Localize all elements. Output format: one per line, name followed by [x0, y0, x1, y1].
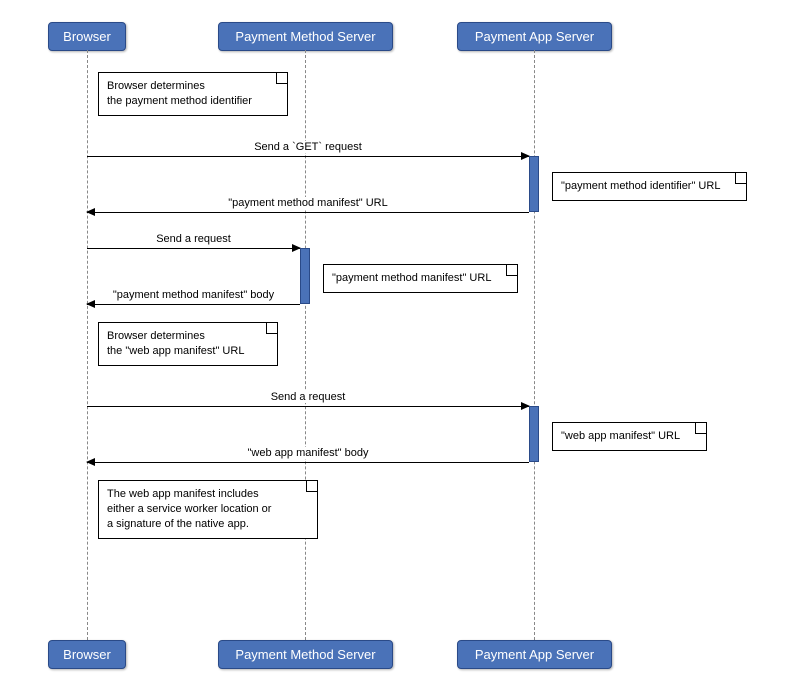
- note-line: The web app manifest includes: [107, 488, 259, 500]
- note-line: the payment method identifier: [107, 95, 252, 107]
- note-wam-includes: The web app manifest includes either a s…: [98, 480, 318, 539]
- note-line: Browser determines: [107, 80, 205, 92]
- actor-label: Browser: [63, 647, 111, 662]
- msg-send-request-1: Send a request: [87, 248, 300, 263]
- lifeline-pms: [305, 50, 306, 640]
- note-pmm-url: "payment method manifest" URL: [323, 264, 518, 293]
- msg-label: Send a request: [268, 391, 349, 403]
- actor-browser-top: Browser: [48, 22, 126, 51]
- msg-get-request: Send a `GET` request: [87, 156, 529, 171]
- note-line: Browser determines: [107, 330, 205, 342]
- msg-pmm-body: "payment method manifest" body: [87, 304, 300, 319]
- actor-pas-bottom: Payment App Server: [457, 640, 612, 669]
- msg-label: "web app manifest" body: [245, 447, 372, 459]
- note-determine-pmi: Browser determines the payment method id…: [98, 72, 288, 116]
- note-line: the "web app manifest" URL: [107, 345, 244, 357]
- lifeline-browser: [87, 50, 88, 640]
- note-line: either a service worker location or: [107, 503, 271, 515]
- msg-label: "payment method manifest" body: [110, 289, 277, 301]
- note-pmi-url: "payment method identifier" URL: [552, 172, 747, 201]
- lifeline-pas: [534, 50, 535, 640]
- actor-pms-top: Payment Method Server: [218, 22, 393, 51]
- actor-label: Browser: [63, 29, 111, 44]
- msg-pmm-url-return: "payment method manifest" URL: [87, 212, 529, 227]
- msg-wam-body: "web app manifest" body: [87, 462, 529, 477]
- actor-label: Payment Method Server: [235, 29, 375, 44]
- note-line: "payment method identifier" URL: [561, 180, 720, 192]
- actor-label: Payment Method Server: [235, 647, 375, 662]
- activation-pas-2: [529, 406, 539, 462]
- note-line: "web app manifest" URL: [561, 430, 680, 442]
- note-wam-url: "web app manifest" URL: [552, 422, 707, 451]
- note-line: "payment method manifest" URL: [332, 272, 491, 284]
- actor-browser-bottom: Browser: [48, 640, 126, 669]
- msg-send-request-2: Send a request: [87, 406, 529, 421]
- actor-label: Payment App Server: [475, 647, 594, 662]
- activation-pms-1: [300, 248, 310, 304]
- actor-label: Payment App Server: [475, 29, 594, 44]
- note-determine-wam: Browser determines the "web app manifest…: [98, 322, 278, 366]
- activation-pas-1: [529, 156, 539, 212]
- msg-label: Send a `GET` request: [251, 141, 365, 153]
- actor-pms-bottom: Payment Method Server: [218, 640, 393, 669]
- note-line: a signature of the native app.: [107, 518, 249, 530]
- actor-pas-top: Payment App Server: [457, 22, 612, 51]
- msg-label: "payment method manifest" URL: [225, 197, 390, 209]
- msg-label: Send a request: [153, 233, 234, 245]
